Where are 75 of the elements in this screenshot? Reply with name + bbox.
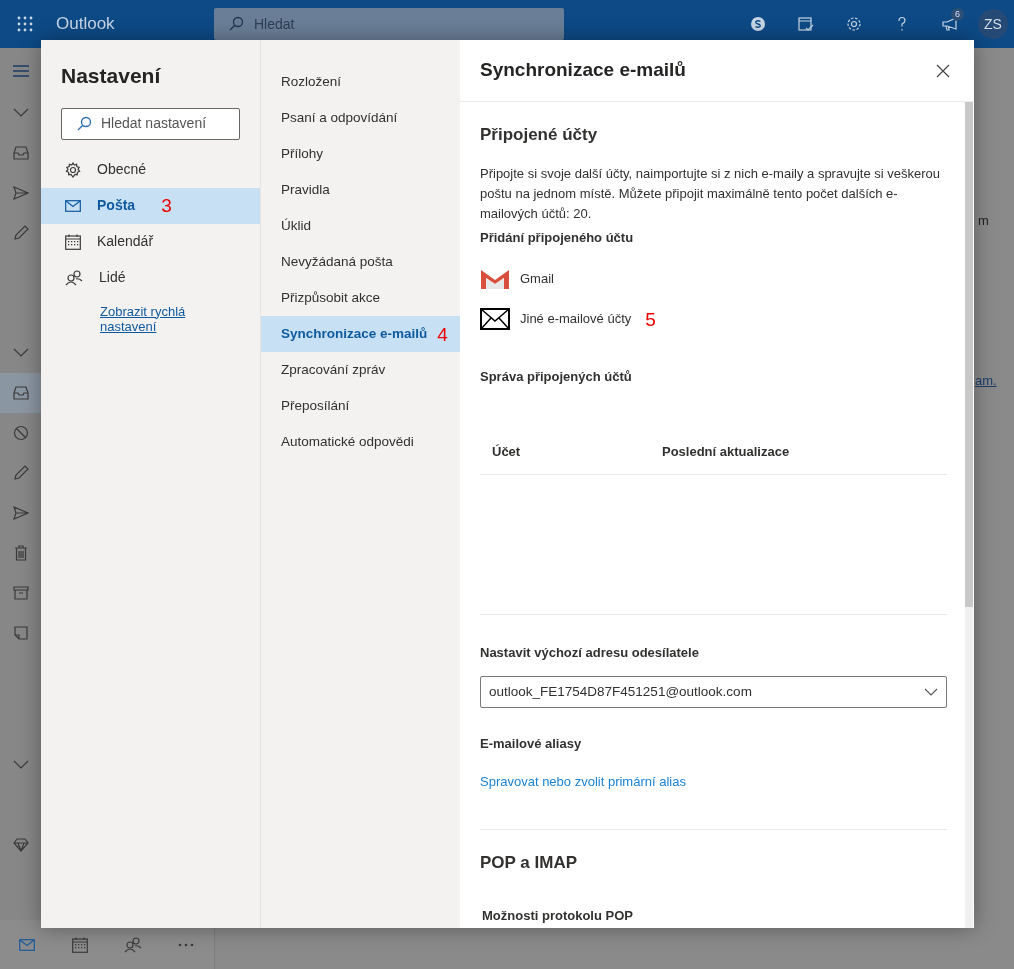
sender-address-dropdown[interactable]: outlook_FE1754D87F451251@outlook.com xyxy=(480,676,947,708)
envelope-icon xyxy=(480,308,510,330)
category-item[interactable]: Pošta 3 xyxy=(41,187,260,224)
category-item[interactable]: Kalendář xyxy=(41,223,260,260)
field-label: Nastavit výchozí adresu odesílatele xyxy=(480,643,700,662)
subcategory-item[interactable]: Úklid xyxy=(261,208,460,244)
trash-icon[interactable] xyxy=(13,545,28,561)
settings-search-field[interactable]: Hledat nastavení xyxy=(61,107,240,140)
column-header: Účet xyxy=(492,443,522,462)
subcategory-item[interactable]: Zpracování zpráv xyxy=(261,352,460,388)
scrollbar-thumb[interactable] xyxy=(965,102,973,607)
people-icon[interactable] xyxy=(123,936,142,953)
subcategory-item[interactable]: Psaní a odpovídání xyxy=(261,100,460,136)
subsection-heading: E-mailové aliasy xyxy=(480,735,583,753)
search-icon xyxy=(228,16,244,32)
category-item[interactable]: Lidé xyxy=(41,259,260,296)
notification-badge: 6 xyxy=(951,8,964,21)
note-icon[interactable] xyxy=(13,626,28,640)
subcategory-item[interactable]: Přizpůsobit akce xyxy=(261,280,460,316)
app-launcher-icon[interactable] xyxy=(17,16,33,32)
mail-icon xyxy=(65,199,81,212)
chevron-down-icon xyxy=(924,688,938,696)
gear-icon xyxy=(65,161,81,178)
panel-title: Synchronizace e-mailů xyxy=(480,58,686,83)
more-icon[interactable] xyxy=(177,942,194,947)
section-title: Připojené účty xyxy=(480,124,599,146)
calendar-icon[interactable] xyxy=(71,936,88,953)
search-icon xyxy=(76,115,92,132)
chevron-down-icon[interactable] xyxy=(12,348,29,358)
subsection-heading: Přidání připojeného účtu xyxy=(480,228,635,247)
skype-icon[interactable] xyxy=(750,16,766,32)
dialog-title: Nastavení xyxy=(61,63,162,89)
subcategory-item[interactable]: Pravidla xyxy=(261,172,460,208)
calendar-check-icon[interactable] xyxy=(798,16,814,32)
diamond-icon[interactable] xyxy=(12,838,29,852)
chevron-down-icon[interactable] xyxy=(12,760,29,770)
inbox-icon[interactable] xyxy=(12,386,29,400)
send-icon[interactable] xyxy=(12,506,29,520)
annotation-number: 3 xyxy=(161,196,172,215)
archive-icon[interactable] xyxy=(12,586,29,600)
menu-icon[interactable] xyxy=(12,64,29,77)
mail-icon[interactable] xyxy=(18,938,35,951)
app-title: Outlook xyxy=(56,13,116,36)
subcategory-item[interactable]: Synchronizace e-mailů 4 xyxy=(261,316,460,352)
avatar[interactable]: ZS xyxy=(978,9,1008,39)
add-account-option[interactable]: Jiné e-mailové účty 5 xyxy=(480,299,947,339)
section-title: POP a IMAP xyxy=(480,852,578,874)
pencil-icon[interactable] xyxy=(12,225,29,241)
chevron-down-icon[interactable] xyxy=(12,108,29,118)
subcategory-item[interactable]: Přílohy xyxy=(261,136,460,172)
subsection-heading: Možnosti protokolu POP xyxy=(482,906,634,925)
settings-icon[interactable] xyxy=(846,16,862,32)
aliases-link[interactable]: Spravovat nebo zvolit primární alias xyxy=(480,771,686,791)
pencil-icon[interactable] xyxy=(12,465,29,481)
add-account-option[interactable]: Gmail xyxy=(480,259,947,299)
subcategory-item[interactable]: Automatické odpovědi xyxy=(261,424,460,460)
calendar-icon xyxy=(65,233,81,250)
gmail-icon xyxy=(480,268,510,290)
subsection-heading: Správa připojených účtů xyxy=(480,368,633,386)
megaphone-icon[interactable] xyxy=(942,16,958,32)
description-text: Připojte si svoje další účty, naimportujte si z nich e-maily a spravujte si veškerou poštu na jednom místě. Můžete připojit maximálně tento počet dalších e-mailových účtů: 20. xyxy=(480,164,941,223)
annotation-number: 5 xyxy=(645,309,656,329)
quick-settings-link[interactable]: Zobrazit rychlá nastavení xyxy=(100,303,240,334)
close-icon xyxy=(936,63,950,78)
subcategory-item[interactable]: Rozložení xyxy=(261,64,460,100)
annotation-number: 4 xyxy=(437,324,448,344)
people-icon xyxy=(65,269,83,286)
text-fragment: m xyxy=(978,212,989,230)
column-header: Poslední aktualizace xyxy=(662,443,790,462)
subcategory-item[interactable]: Přeposílání xyxy=(261,388,460,424)
send-icon[interactable] xyxy=(12,186,29,200)
blocked-icon[interactable] xyxy=(12,425,29,441)
inbox-icon[interactable] xyxy=(12,146,29,160)
subcategory-item[interactable]: Nevyžádaná pošta xyxy=(261,244,460,280)
category-item[interactable]: Obecné xyxy=(41,151,260,188)
